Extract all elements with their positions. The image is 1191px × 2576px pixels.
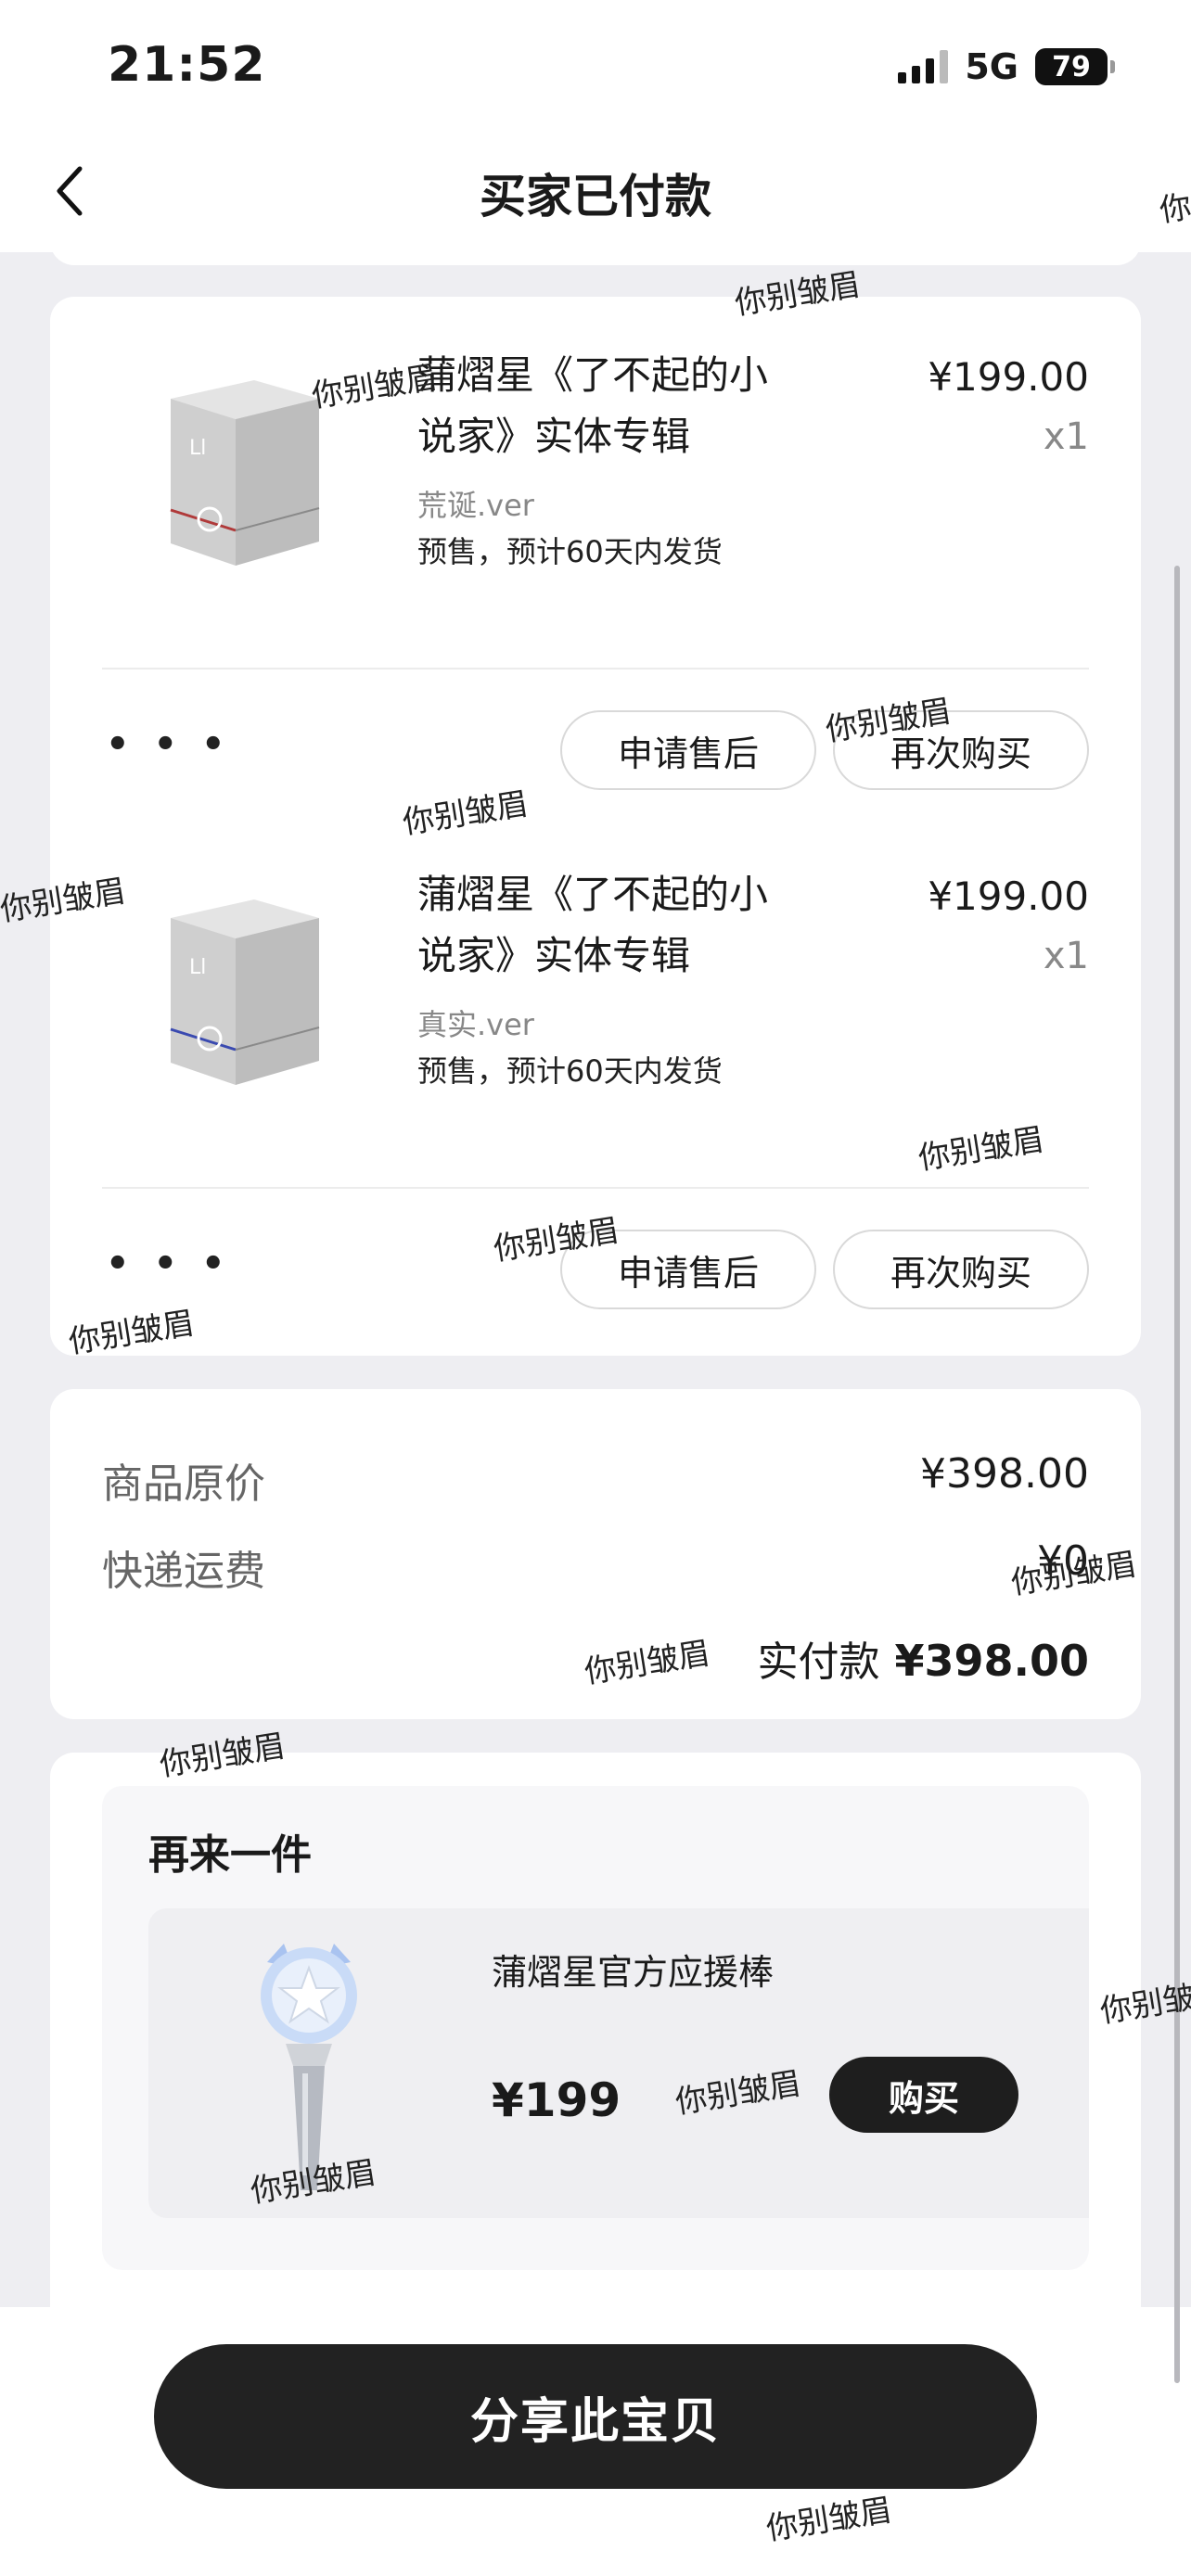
battery-icon: 79 <box>1035 48 1115 85</box>
svg-text:Ll: Ll <box>189 956 206 979</box>
after-sales-button[interactable]: 申请售后 <box>560 710 816 790</box>
album-box-image: Ll <box>170 899 320 1085</box>
item-shipping-note: 预售，预计60天内发货 <box>417 1053 723 1089</box>
recommend-section: 再来一件 蒲熠星官方应援棒 ¥199 购买 <box>102 1786 1089 2270</box>
shipping-fee-value: ¥0 <box>1037 1537 1089 1585</box>
paid-label: 实付款 <box>757 1639 880 1686</box>
svg-text:Ll: Ll <box>189 437 206 460</box>
paid-total: 实付款 ¥398.00 <box>757 1628 1089 1688</box>
rebuy-button[interactable]: 再次购买 <box>833 710 1089 790</box>
paid-amount: ¥398.00 <box>894 1636 1089 1686</box>
lightstick-image <box>261 1944 357 2190</box>
item-variant: 荒诞.ver <box>417 488 534 523</box>
original-price-value: ¥398.00 <box>920 1450 1089 1498</box>
divider <box>102 1187 1089 1189</box>
price-summary-card: 商品原价 ¥398.00 快递运费 ¥0 实付款 ¥398.00 <box>50 1389 1141 1719</box>
status-indicators: 5G 79 <box>898 41 1115 93</box>
recommend-product-price: ¥199 <box>492 2073 621 2127</box>
scrollbar[interactable] <box>1174 566 1180 2383</box>
recommend-product[interactable]: 蒲熠星官方应援棒 ¥199 购买 <box>148 1908 1089 2218</box>
recommend-card: 再来一件 蒲熠星官方应援棒 ¥199 购买 <box>50 1753 1141 2309</box>
item-quantity: x1 <box>1043 415 1089 458</box>
previous-card-edge <box>50 232 1141 265</box>
shipping-fee-label: 快递运费 <box>102 1548 265 1595</box>
item-name: 蒲熠星《了不起的小 说家》实体专辑 <box>417 352 769 459</box>
more-options-button[interactable]: • • • <box>106 1243 231 1285</box>
battery-level: 79 <box>1035 48 1108 85</box>
order-items-card: Ll 蒲熠星《了不起的小 说家》实体专辑 ¥199.00 x1 荒诞.ver 预… <box>50 297 1141 1356</box>
buy-button[interactable]: 购买 <box>829 2057 1018 2133</box>
item-shipping-note: 预售，预计60天内发货 <box>417 534 723 569</box>
more-options-button[interactable]: • • • <box>106 723 231 766</box>
signal-icon <box>898 50 949 83</box>
status-time: 21:52 <box>108 37 266 93</box>
album-box-image: Ll <box>170 380 320 566</box>
item-price: ¥199.00 <box>928 354 1089 400</box>
rebuy-button[interactable]: 再次购买 <box>833 1230 1089 1309</box>
original-price-label: 商品原价 <box>102 1460 265 1508</box>
item-price: ¥199.00 <box>928 874 1089 919</box>
item-variant: 真实.ver <box>417 1007 534 1042</box>
item-quantity: x1 <box>1043 935 1089 977</box>
share-button[interactable]: 分享此宝贝 <box>154 2344 1037 2489</box>
divider <box>102 668 1089 670</box>
after-sales-button[interactable]: 申请售后 <box>560 1230 816 1309</box>
item-name: 蒲熠星《了不起的小 说家》实体专辑 <box>417 872 769 978</box>
bottom-bar: 分享此宝贝 <box>0 2307 1191 2576</box>
network-label: 5G <box>965 46 1018 87</box>
recommend-title: 再来一件 <box>148 1831 312 1879</box>
page-title: 买家已付款 <box>480 170 711 223</box>
top-bar: 21:52 5G 79 买家已付款 <box>0 0 1191 252</box>
recommend-product-name: 蒲熠星官方应援棒 <box>492 1952 775 1993</box>
